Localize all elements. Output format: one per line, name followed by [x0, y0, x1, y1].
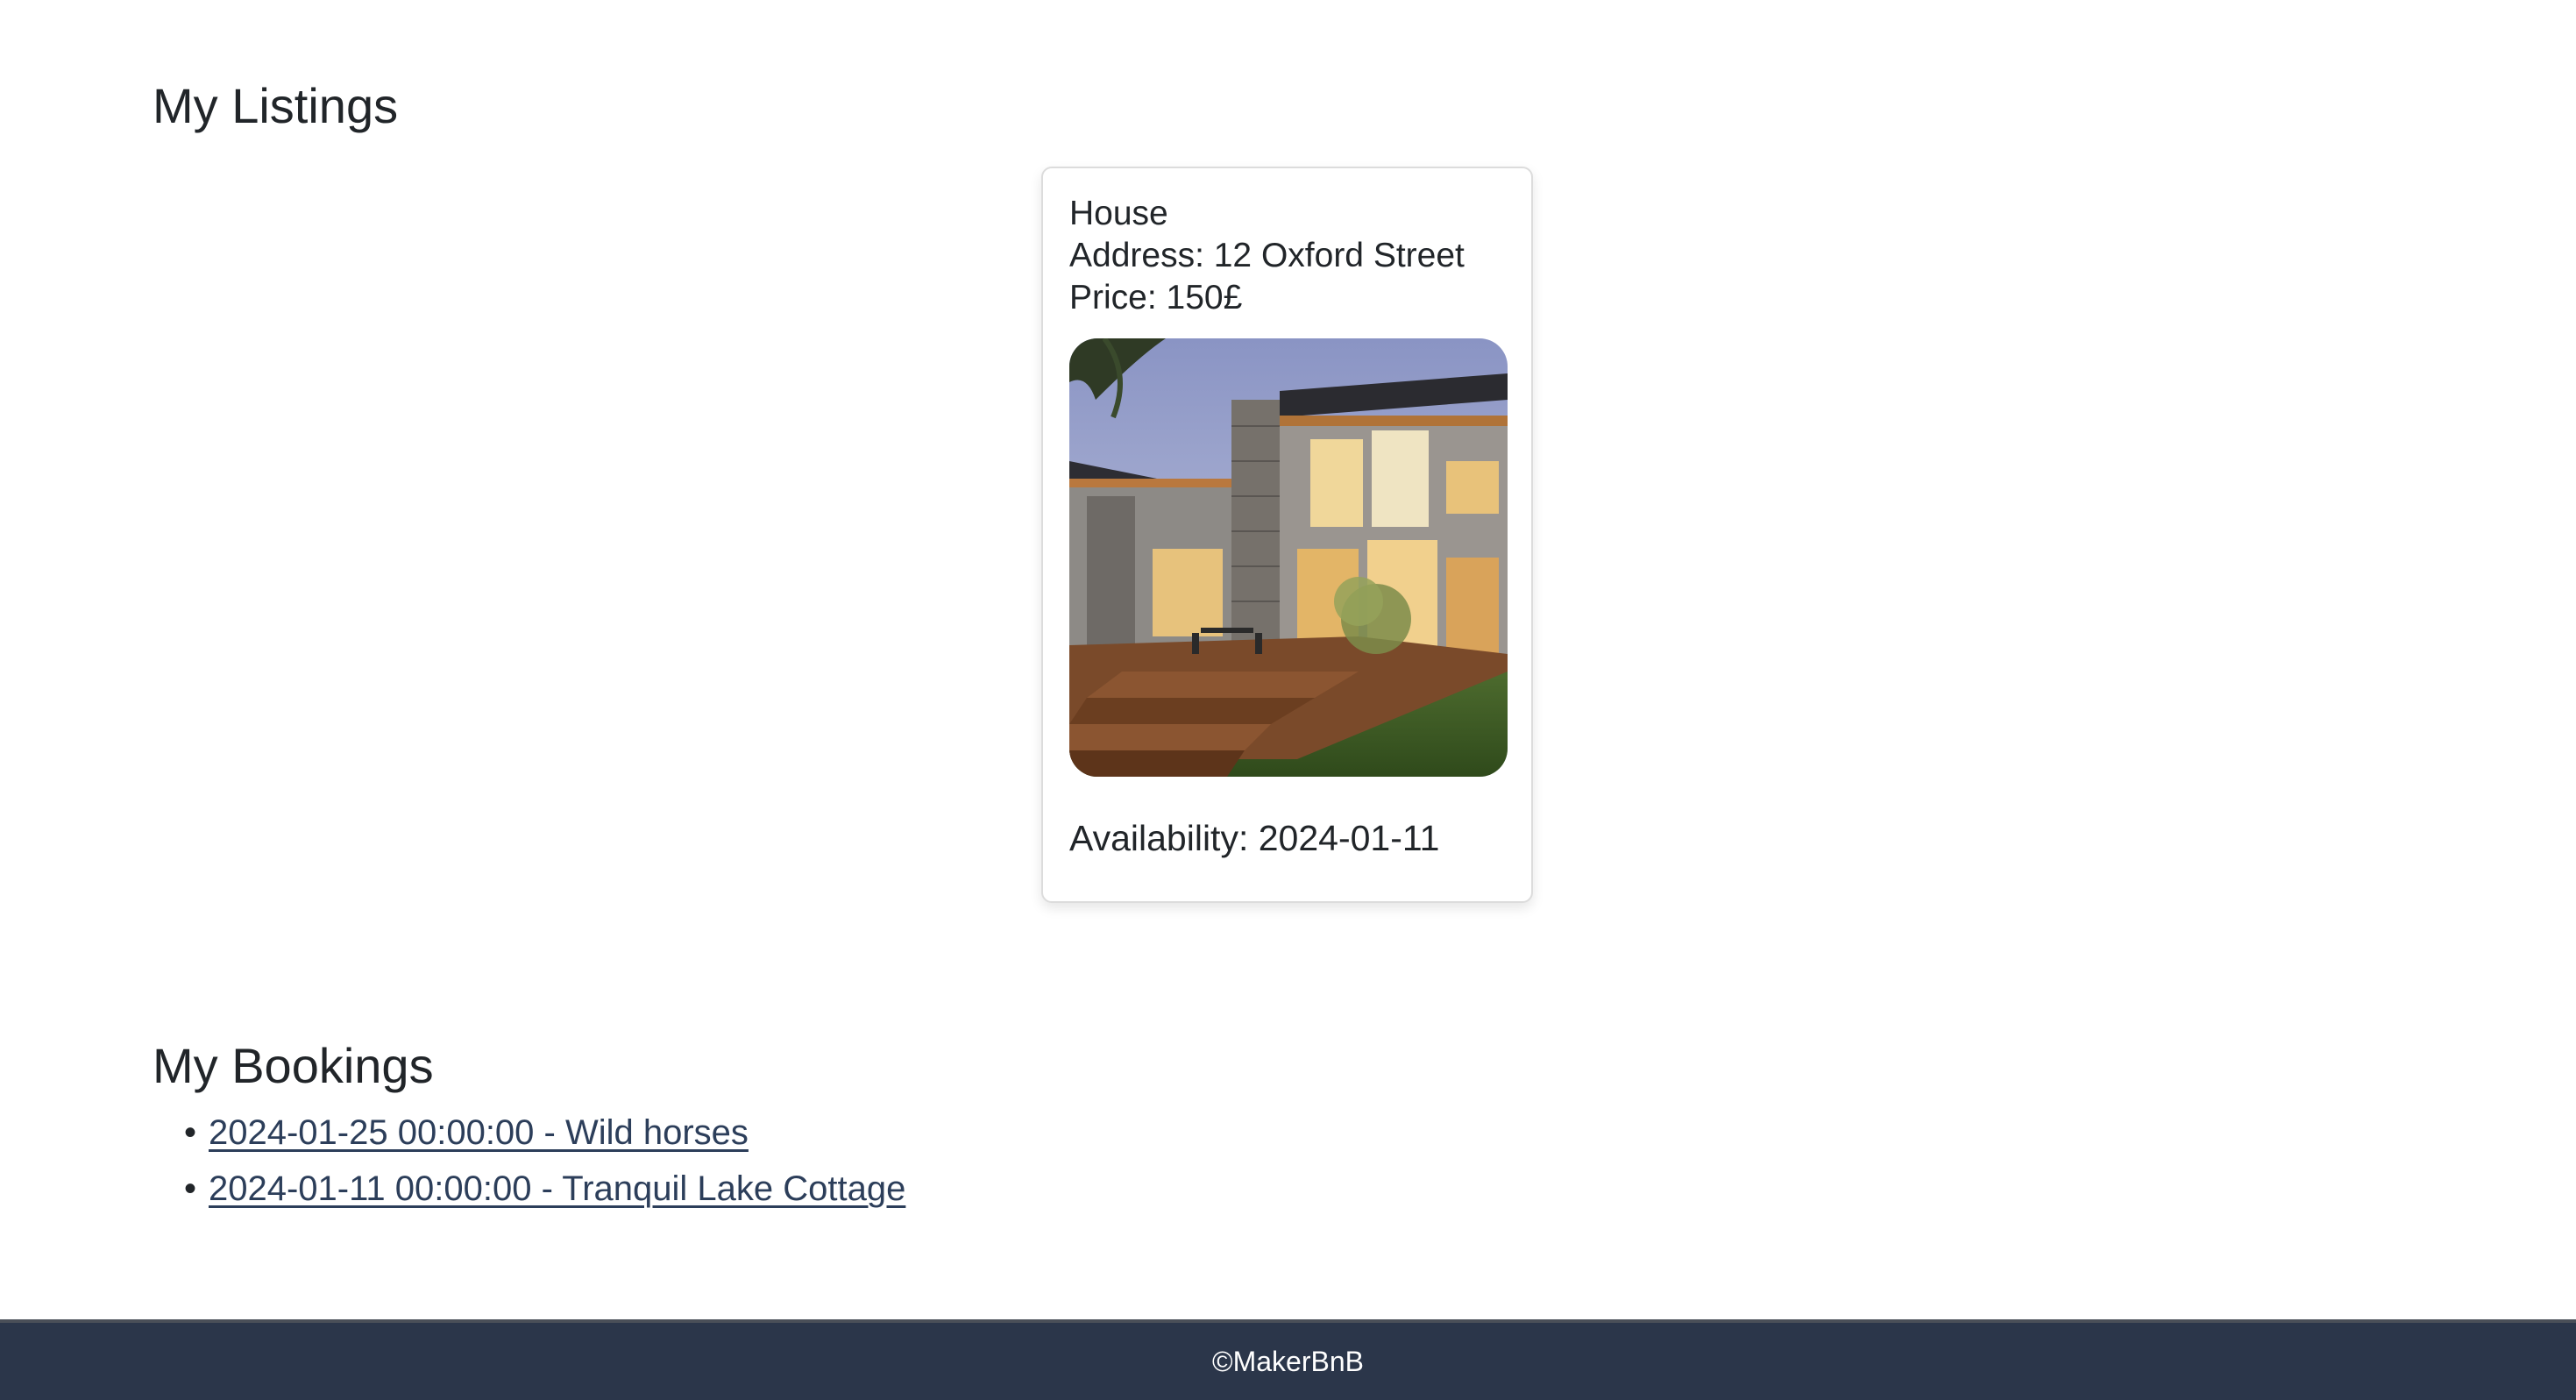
my-listings-heading: My Listings: [153, 78, 399, 133]
footer-copyright: ©MakerBnB: [1212, 1345, 1364, 1377]
page: My Listings House Address: 12 Oxford Str…: [0, 0, 2576, 1400]
listing-name: House: [1069, 195, 1168, 232]
listing-price: Price: 150£: [1069, 279, 1243, 316]
listing-availability: Availability: 2024-01-11: [1069, 818, 1440, 858]
bullet-icon: •: [184, 1169, 197, 1208]
booking-link[interactable]: 2024-01-25 00:00:00 - Wild horses: [209, 1113, 749, 1152]
bullet-icon: •: [184, 1113, 197, 1152]
listing-photo: [1069, 338, 1508, 777]
footer: ©MakerBnB: [0, 1319, 2576, 1400]
listing-address: Address: 12 Oxford Street: [1069, 237, 1465, 274]
my-bookings-heading: My Bookings: [153, 1038, 434, 1093]
booking-list-item: • 2024-01-11 00:00:00 - Tranquil Lake Co…: [153, 1161, 905, 1217]
listing-card[interactable]: House Address: 12 Oxford Street Price: 1…: [1041, 167, 1533, 903]
house-photo-illustration: [1069, 338, 1508, 777]
booking-link[interactable]: 2024-01-11 00:00:00 - Tranquil Lake Cott…: [209, 1169, 905, 1208]
booking-list-item: • 2024-01-25 00:00:00 - Wild horses: [153, 1105, 905, 1161]
bookings-list: • 2024-01-25 00:00:00 - Wild horses • 20…: [153, 1105, 905, 1217]
